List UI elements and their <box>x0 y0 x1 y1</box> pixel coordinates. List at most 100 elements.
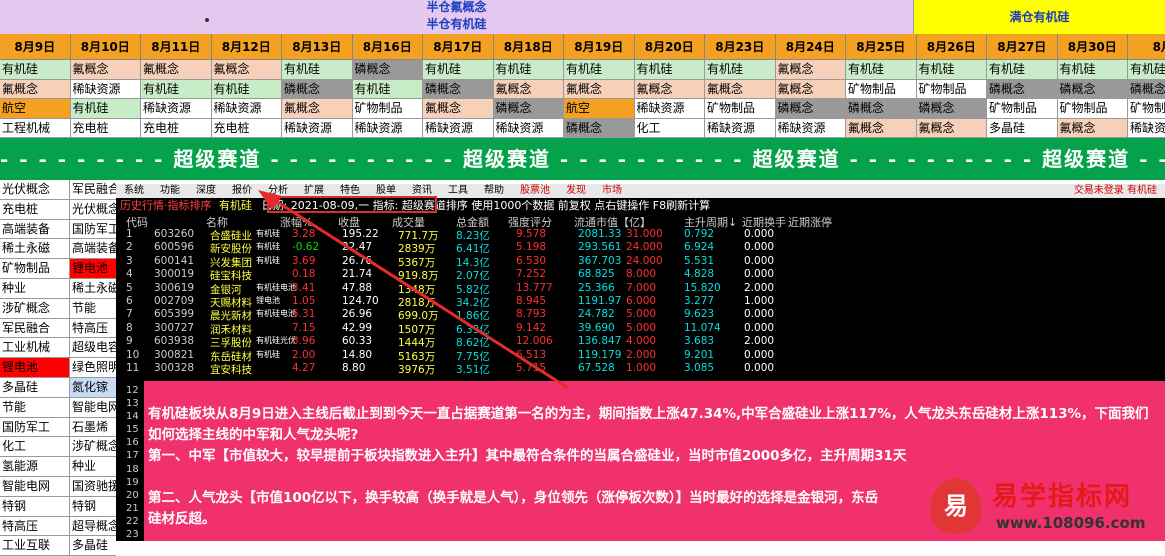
grid-cell: 有机硅 <box>564 60 635 80</box>
menu-item[interactable]: 股票池 <box>512 184 558 198</box>
stock-code: 300821 <box>154 348 195 361</box>
float-cap: 293.561 <box>578 241 622 254</box>
limit-ups: 0.000 <box>744 308 775 321</box>
change-pct: 7.15 <box>292 321 316 334</box>
close-price: 26.76 <box>342 254 373 267</box>
menu-item[interactable]: 深度 <box>188 184 224 198</box>
menu-item[interactable]: 扩展 <box>296 184 332 198</box>
stock-row[interactable]: 7 605399 晨光新材 有机硅电池 5.31 26.96 699.0万 1.86亿 8.79… <box>116 308 846 322</box>
date-cell: 8月25日 <box>846 34 917 60</box>
stock-row[interactable]: 1 603260 合盛硅业 有机硅 3.28 195.22 771.7万 8.23亿 9.578… <box>116 228 846 242</box>
grid-cell: 氟概念 <box>564 79 635 99</box>
indicator-header: 历史行情·指标排序 有机硅 日期: 2021-08-09,一 指标: 超级赛道排… <box>116 198 1165 214</box>
left-cell: 种业 <box>0 278 70 299</box>
float-cap: 67.528 <box>578 361 615 374</box>
strength-score: 8.793 <box>516 308 547 321</box>
rise-cycle: 1.000 <box>626 361 657 374</box>
date-cell: 8月13日 <box>282 34 353 60</box>
left-row: 工业互联 多晶硅 <box>0 536 116 556</box>
menu-account[interactable]: 交易未登录 有机硅 <box>1066 184 1165 198</box>
strength-score: 9.578 <box>516 228 547 240</box>
grid-cell: 磷概念 <box>1057 79 1128 99</box>
band-half-fluorine: 半仓氟概念 <box>0 0 913 14</box>
left-row: 特高压 超导概念 <box>0 516 116 537</box>
grid-cell: 稀缺资源 <box>705 118 776 138</box>
menu-item[interactable]: 工具 <box>440 184 476 198</box>
date-cell: 8月17日 <box>423 34 494 60</box>
limit-ups: 0.000 <box>744 321 775 334</box>
stock-code: 300727 <box>154 321 195 334</box>
stock-window[interactable]: 系统 功能 深度 报价 分析 扩展 特色 股单 资讯 工具 帮助 股票池 发现 市场 交易未登录 有机硅 历… <box>116 184 1165 384</box>
grid-cell: 矿物制品 <box>352 99 423 119</box>
turnover: 0.792 <box>684 228 715 240</box>
strength-score: 8.945 <box>516 294 547 307</box>
menu-item[interactable]: 市场 <box>594 184 630 198</box>
left-cell: 充电桩 <box>0 199 70 220</box>
grid-cell: 充电桩 <box>211 118 282 138</box>
stock-tag: 锂电池 <box>256 295 280 305</box>
stock-row[interactable]: 8 300727 润禾材料 7.15 42.99 1507万 6.33亿 9.142 39.69… <box>116 321 846 336</box>
grid-cell: 有机硅 <box>1128 60 1165 80</box>
left-cell: 稀土永磁 <box>0 239 70 260</box>
menu-item[interactable]: 发现 <box>558 184 594 198</box>
stock-tag: 有机硅 <box>256 349 280 359</box>
row-index: 5 <box>126 281 133 294</box>
rise-cycle: 2.000 <box>626 348 657 361</box>
menu-item[interactable]: 功能 <box>152 184 188 198</box>
stock-code: 603938 <box>154 335 195 348</box>
left-row: 节能 智能电网 <box>0 397 116 418</box>
grid-cell: 有机硅 <box>0 60 71 80</box>
stock-row[interactable]: 4 300019 硅宝科技 0.18 21.74 919.8万 2.07亿 7.252 68.8… <box>116 268 846 282</box>
stock-row[interactable]: 10 300821 东岳硅材 有机硅 2.00 14.80 5163万 7.75亿 6.513 1… <box>116 348 846 363</box>
menu-item[interactable]: 分析 <box>260 184 296 198</box>
stock-code: 603260 <box>154 228 195 240</box>
logo-url: www.108096.com <box>996 514 1146 532</box>
left-row: 涉矿概念 节能 <box>0 298 116 319</box>
stock-row[interactable]: 2 600596 新安股份 有机硅 -0.62 22.47 2839万 6.41亿 5.198 2… <box>116 241 846 255</box>
left-cell: 种业 <box>70 457 116 477</box>
date-cell: 8月23日 <box>705 34 776 60</box>
stock-row[interactable]: 5 300619 金银河 有机硅电池 3.41 47.88 1348万 5.82亿 13.777… <box>116 281 846 296</box>
menu-bar: 系统 功能 深度 报价 分析 扩展 特色 股单 资讯 工具 帮助 股票池 发现 市场 交易未登录 有机硅 <box>116 184 1165 198</box>
menu-item[interactable]: 资讯 <box>404 184 440 198</box>
stock-row[interactable]: 11 300328 宜安科技 4.27 8.80 3976万 3.51亿 5.715 67.52… <box>116 361 846 376</box>
menu-item[interactable]: 特色 <box>332 184 368 198</box>
left-cell: 高端装备 <box>0 219 70 240</box>
history-tab[interactable]: 历史行情·指标排序 <box>116 199 212 212</box>
row-number: 16 <box>126 437 139 449</box>
date-cell: 8月9日 <box>0 34 71 60</box>
grid-cell: 氟概念 <box>493 79 564 99</box>
grid-cell: 稀缺资源 <box>141 99 212 119</box>
grid-cell: 磷概念 <box>564 118 635 138</box>
close-price: 124.70 <box>342 294 379 307</box>
stock-row[interactable]: 3 600141 兴发集团 有机硅 3.69 26.76 5367万 14.3亿 6.530 36… <box>116 254 846 269</box>
limit-ups: 0.000 <box>744 241 775 254</box>
left-cell: 特钢 <box>70 496 116 517</box>
float-cap: 25.366 <box>578 281 615 294</box>
grid-cell: 充电桩 <box>70 118 141 138</box>
stock-row[interactable]: 9 603938 三孚股份 有机硅光伏 3.96 60.33 1444万 8.62亿 12.00… <box>116 335 846 349</box>
grid-cell: 矿物制品 <box>705 99 776 119</box>
grid-cell: 氟概念 <box>775 79 846 99</box>
left-cell: 特高压 <box>70 318 116 339</box>
menu-item[interactable]: 报价 <box>224 184 260 198</box>
column-headers: 代码 名称 涨幅% 收盘 成交量 总金额 强度评分 流通市值【亿】 主升周期↓ 近期换手 近期涨停 <box>116 214 846 229</box>
grid-cell: 氟概念 <box>1057 118 1128 138</box>
grid-cell: 有机硅 <box>634 60 705 80</box>
stock-row[interactable]: 6 002709 天赐材料 锂电池 1.05 124.70 2818万 34.2亿 8.945 1… <box>116 294 846 309</box>
change-pct: 3.28 <box>292 228 316 240</box>
rise-cycle: 6.000 <box>626 294 657 307</box>
grid-cell: 有机硅 <box>211 79 282 99</box>
float-cap: 367.703 <box>578 254 622 267</box>
grid-cell: 工程机械 <box>0 118 71 138</box>
menu-item[interactable]: 帮助 <box>476 184 512 198</box>
super-track-banner: - - - - - - - - - 超级赛道 - - - - - - - - -… <box>0 138 1165 180</box>
limit-ups: 0.000 <box>744 228 775 240</box>
grid-cell: 矿物制品 <box>1057 99 1128 119</box>
menu-item[interactable]: 系统 <box>116 184 152 198</box>
menu-item[interactable]: 股单 <box>368 184 404 198</box>
stock-tag: 有机硅 <box>256 229 280 238</box>
grid-cell: 稀缺资源 <box>70 79 141 99</box>
left-cell: 高端装备 <box>70 239 116 260</box>
row-number: 14 <box>126 411 139 423</box>
